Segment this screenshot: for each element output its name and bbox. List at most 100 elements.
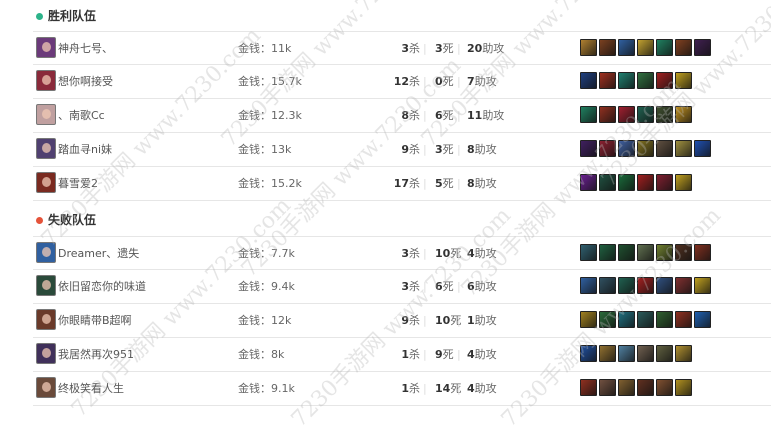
kills-number: 3 [401,247,409,260]
item-icon[interactable] [675,379,692,396]
item-icon[interactable] [675,106,692,123]
kills-number: 12 [393,75,409,88]
item-icon [694,72,711,89]
assists-value: 8助攻 [467,143,497,156]
item-icon [694,174,711,191]
item-icon[interactable] [618,174,635,191]
item-icon[interactable] [694,311,711,328]
champion-avatar-icon[interactable] [36,343,56,364]
item-icon[interactable] [694,140,711,157]
item-icon[interactable] [599,39,616,56]
item-icon[interactable] [618,140,635,157]
item-icon[interactable] [637,72,654,89]
item-icon[interactable] [580,311,597,328]
item-icon[interactable] [599,277,616,294]
item-icon[interactable] [599,106,616,123]
item-icon[interactable] [675,140,692,157]
item-icon[interactable] [599,244,616,261]
item-icon[interactable] [675,174,692,191]
item-icon[interactable] [599,311,616,328]
item-build [580,72,713,90]
item-icon[interactable] [656,140,673,157]
player-name[interactable]: 我居然再次951 [58,338,134,371]
item-icon[interactable] [637,174,654,191]
item-icon[interactable] [580,106,597,123]
item-icon[interactable] [637,140,654,157]
item-icon[interactable] [656,39,673,56]
item-icon[interactable] [580,72,597,89]
item-icon[interactable] [580,244,597,261]
player-name[interactable]: 终极笑看人生 [58,372,124,405]
item-icon[interactable] [656,311,673,328]
item-icon[interactable] [675,72,692,89]
item-icon[interactable] [599,174,616,191]
player-name[interactable]: 、南歌Cc [58,99,105,132]
kda-separator: | [423,75,427,88]
lose-team-list: Dreamer、遗失 金钱：7.7k 3杀 | 10死 | 4助攻 依旧留恋你的味道 金钱：9.… [33,236,771,406]
item-icon[interactable] [656,106,673,123]
item-icon[interactable] [656,277,673,294]
player-row: 暮雪爱2 金钱：15.2k 17杀 | 5死 | 8助攻 [33,167,771,201]
champion-avatar-icon[interactable] [36,104,56,125]
item-icon[interactable] [637,106,654,123]
player-kda: 1杀 | 9死 | 4助攻 [393,338,513,371]
champion-avatar-icon[interactable] [36,37,56,58]
item-icon[interactable] [656,72,673,89]
item-icon[interactable] [675,39,692,56]
item-icon[interactable] [675,244,692,261]
item-icon[interactable] [656,244,673,261]
item-icon[interactable] [637,277,654,294]
item-icon[interactable] [580,39,597,56]
champion-avatar-icon[interactable] [36,309,56,330]
player-name[interactable]: 神舟七号、 [58,32,113,65]
player-name[interactable]: 想你啊接受 [58,65,113,98]
item-icon[interactable] [675,311,692,328]
kda-separator: | [423,314,427,327]
player-name[interactable]: 踏血寻ni妹 [58,133,112,166]
champion-avatar-icon[interactable] [36,70,56,91]
item-icon[interactable] [675,345,692,362]
item-icon[interactable] [618,39,635,56]
item-icon[interactable] [618,244,635,261]
item-icon[interactable] [637,244,654,261]
item-icon[interactable] [656,379,673,396]
player-name[interactable]: 暮雪爱2 [58,167,98,200]
player-name[interactable]: 你眼睛带B超啊 [58,304,132,337]
item-icon[interactable] [637,345,654,362]
item-icon[interactable] [580,174,597,191]
item-icon[interactable] [637,39,654,56]
item-icon[interactable] [656,174,673,191]
win-team-title: 胜利队伍 [36,7,96,25]
champion-avatar-icon[interactable] [36,275,56,296]
champion-avatar-icon[interactable] [36,172,56,193]
item-icon[interactable] [599,379,616,396]
champion-avatar-icon[interactable] [36,377,56,398]
item-icon[interactable] [599,140,616,157]
player-gold: 金钱：9.1k [238,382,295,395]
item-icon[interactable] [580,277,597,294]
player-name[interactable]: 依旧留恋你的味道 [58,270,146,303]
item-icon[interactable] [618,106,635,123]
champion-avatar-icon[interactable] [36,242,56,263]
item-icon[interactable] [618,72,635,89]
item-icon[interactable] [580,140,597,157]
kda-separator: | [457,75,461,88]
item-icon[interactable] [694,39,711,56]
item-icon[interactable] [580,345,597,362]
item-icon[interactable] [618,277,635,294]
item-icon[interactable] [694,244,711,261]
item-icon[interactable] [656,345,673,362]
item-icon[interactable] [637,379,654,396]
item-icon[interactable] [694,277,711,294]
deaths-value: 3死 [435,143,454,156]
player-name[interactable]: Dreamer、遗失 [58,237,139,270]
item-icon[interactable] [599,72,616,89]
item-icon[interactable] [599,345,616,362]
item-icon[interactable] [675,277,692,294]
item-icon[interactable] [637,311,654,328]
item-icon[interactable] [618,379,635,396]
item-icon[interactable] [618,311,635,328]
item-icon[interactable] [618,345,635,362]
item-icon[interactable] [580,379,597,396]
champion-avatar-icon[interactable] [36,138,56,159]
